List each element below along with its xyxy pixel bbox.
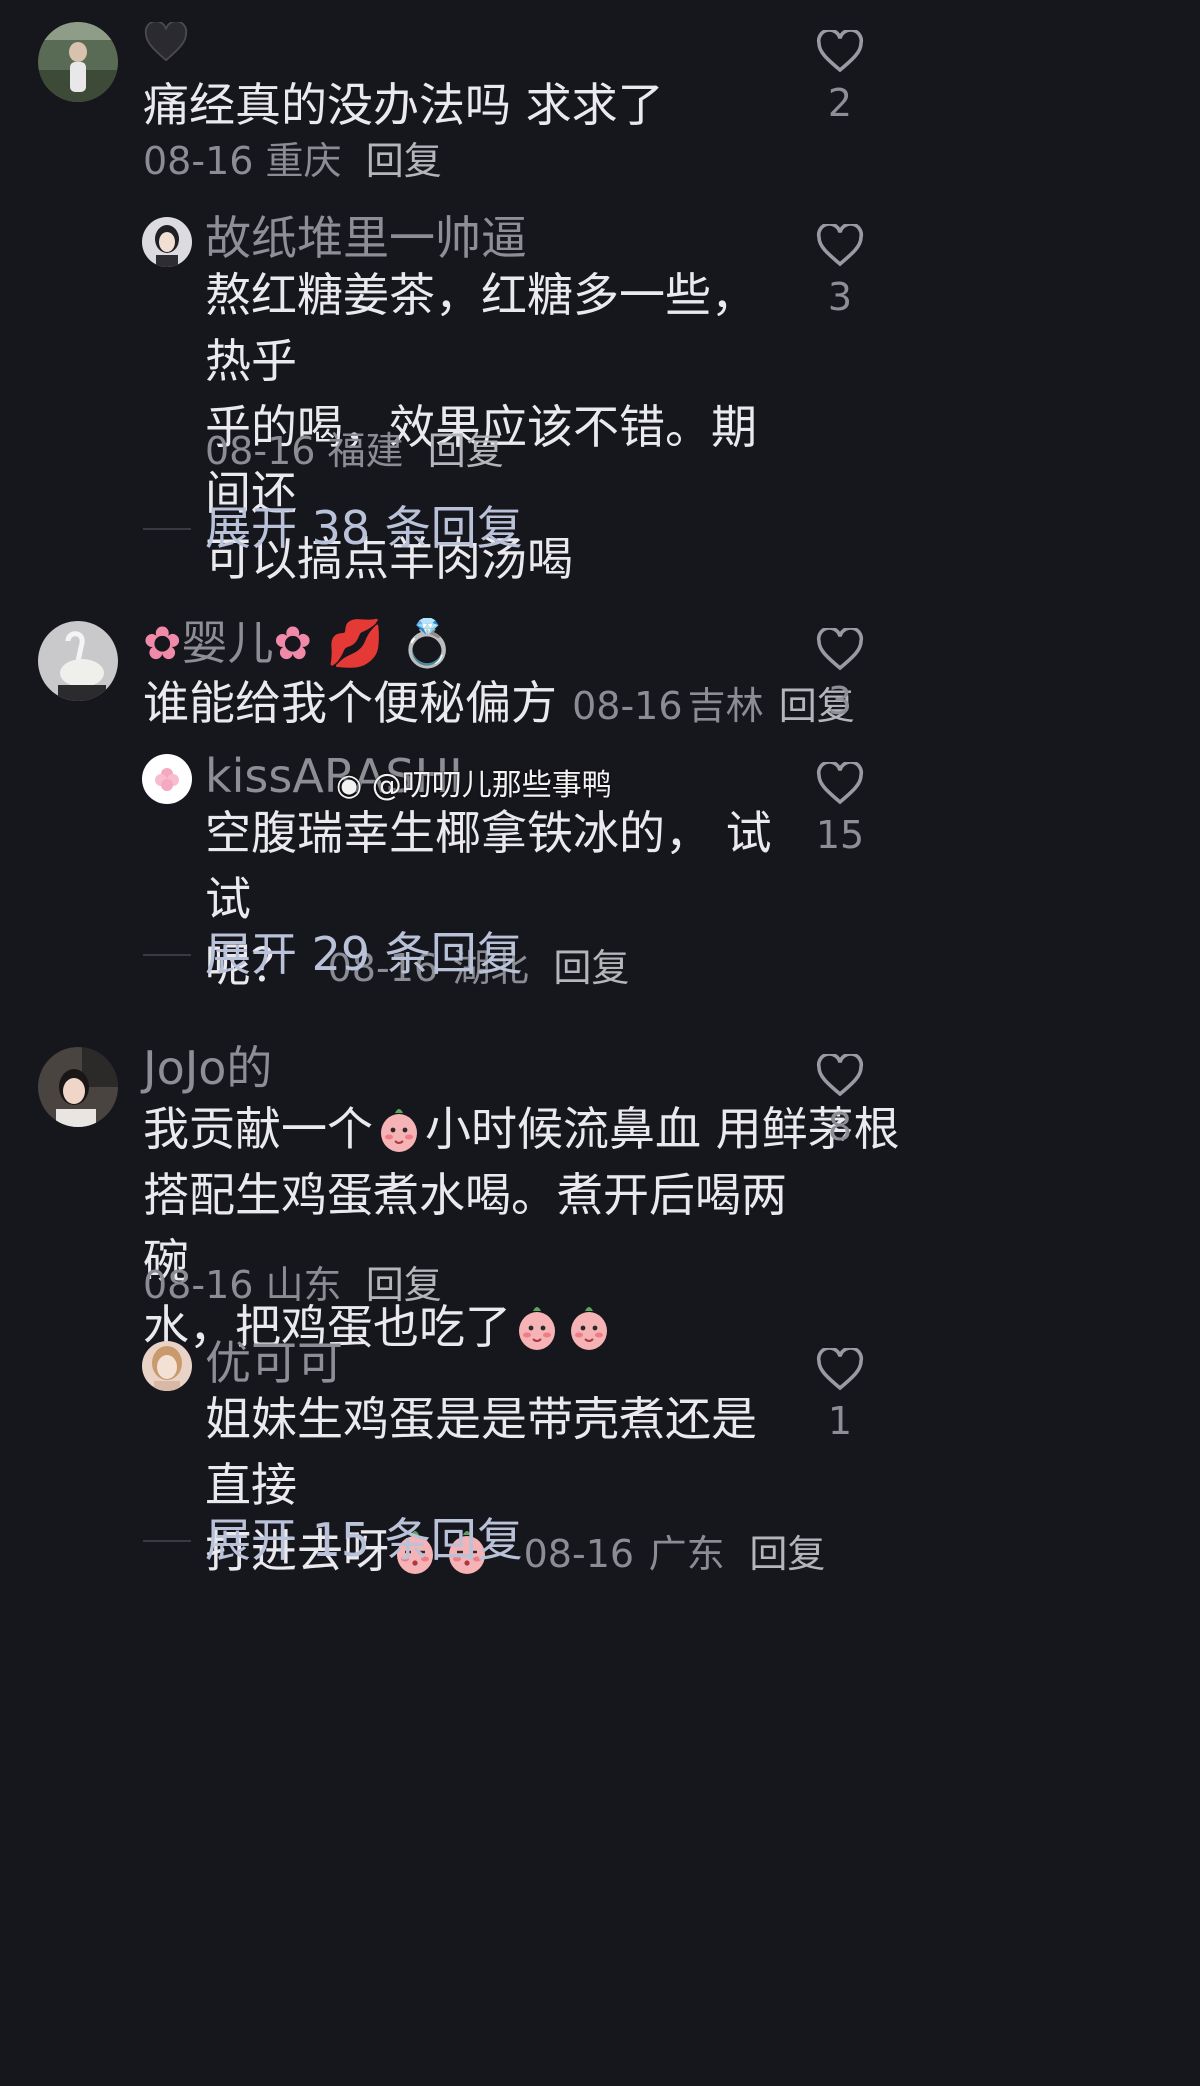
- divider: [143, 528, 191, 530]
- like-count: 1: [827, 1399, 853, 1443]
- comment-location: 重庆: [265, 139, 342, 183]
- comment-location: 吉林: [687, 684, 764, 728]
- expand-replies-button[interactable]: 展开 29 条回复: [205, 924, 523, 984]
- like-count: 3: [827, 275, 853, 319]
- reply-button[interactable]: 回复: [366, 1263, 442, 1307]
- like-heart-icon[interactable]: [798, 1054, 882, 1098]
- reply-date: 08-16: [523, 1532, 635, 1576]
- like-heart-icon[interactable]: [798, 1348, 882, 1392]
- comment-date: 08-16: [143, 139, 254, 183]
- flower-icon: ✿: [273, 616, 313, 670]
- like-heart-icon[interactable]: [798, 30, 882, 74]
- comment-location: 山东: [265, 1263, 342, 1307]
- reply-location: 广东: [648, 1532, 725, 1576]
- comment-text: 谁能给我个便秘偏方: [143, 676, 557, 730]
- divider: [143, 954, 191, 956]
- avatar[interactable]: [38, 22, 118, 102]
- comment-meta: 08-16 山东 回复: [143, 1260, 442, 1310]
- comment-text: 痛经真的没办法吗 求求了: [143, 78, 664, 132]
- like-heart-icon[interactable]: [798, 628, 882, 672]
- reply-button[interactable]: 回复: [749, 1532, 825, 1576]
- ring-icon: 💍: [398, 616, 456, 670]
- like-control[interactable]: 1: [798, 1348, 882, 1444]
- reply-date: 08-16: [205, 429, 316, 473]
- avatar[interactable]: [142, 1341, 192, 1391]
- reply-button[interactable]: 回复: [428, 429, 504, 473]
- reply-location: 福建: [327, 429, 404, 473]
- like-heart-icon[interactable]: [798, 224, 882, 268]
- reply-username[interactable]: 优可可: [205, 1335, 343, 1391]
- heart-icon: [143, 20, 189, 62]
- comment-text: 我贡献一个 小时候流鼻血 用鲜茅根 搭配生鸡蛋煮水喝。煮开后喝两碗 水，把鸡蛋也吃…: [143, 1096, 900, 1360]
- reply-text-line: 姐妹生鸡蛋是是带壳煮还是直接: [205, 1392, 757, 1512]
- comment-text-line: 我贡献一个 小时候流鼻血 用鲜茅根: [143, 1096, 900, 1162]
- reply-button[interactable]: 回复: [553, 946, 629, 990]
- avatar[interactable]: [38, 621, 118, 701]
- like-count: 3: [827, 679, 853, 723]
- divider: [143, 1540, 191, 1542]
- like-count: 15: [815, 813, 865, 857]
- comment-username[interactable]: JoJo的: [143, 1040, 272, 1096]
- avatar[interactable]: [38, 1047, 118, 1127]
- watermark-text: @叨叨儿那些事鸭: [371, 768, 612, 803]
- like-control[interactable]: 15: [798, 762, 882, 858]
- avatar[interactable]: [142, 754, 192, 804]
- like-control[interactable]: 3: [798, 628, 882, 724]
- reply-button[interactable]: 回复: [366, 139, 442, 183]
- like-control[interactable]: 3: [798, 224, 882, 320]
- weibo-icon: ◉: [336, 768, 363, 803]
- comment-username-row[interactable]: ✿婴儿✿ 💋 💍: [143, 615, 456, 671]
- lips-icon: 💋: [326, 616, 384, 670]
- avatar[interactable]: [142, 217, 192, 267]
- expand-replies-button[interactable]: 展开 15 条回复: [205, 1510, 523, 1570]
- comment-meta: 08-16 重庆 回复: [143, 136, 442, 186]
- like-count: 8: [827, 1105, 853, 1149]
- expand-replies-button[interactable]: 展开 38 条回复: [205, 498, 523, 558]
- like-heart-icon[interactable]: [798, 762, 882, 806]
- comment-date: 08-16: [143, 1263, 254, 1307]
- comment-text-part: 我贡献一个: [143, 1102, 373, 1156]
- flower-icon: ✿: [143, 616, 182, 670]
- comment-date: 08-16: [572, 684, 683, 728]
- watermark: ◉ @叨叨儿那些事鸭: [336, 766, 612, 806]
- like-count: 2: [827, 81, 853, 125]
- reply-meta: 08-16 福建 回复: [205, 426, 504, 476]
- reply-text-line: 熬红糖姜茶，红糖多一些，热乎: [205, 268, 757, 388]
- reply-username[interactable]: 故纸堆里一帅逼: [205, 210, 527, 266]
- like-control[interactable]: 8: [798, 1054, 882, 1150]
- shy-face-emoji-icon: [511, 1301, 563, 1353]
- reply-text-line: 空腹瑞幸生椰拿铁冰的， 试试: [205, 806, 772, 926]
- shy-face-emoji-icon: [373, 1103, 425, 1155]
- comment-text-row: 谁能给我个便秘偏方 08-16 吉林 回复: [143, 670, 855, 736]
- shy-face-emoji-icon: [563, 1301, 615, 1353]
- comment-username: 婴儿: [181, 616, 274, 670]
- like-control[interactable]: 2: [798, 30, 882, 126]
